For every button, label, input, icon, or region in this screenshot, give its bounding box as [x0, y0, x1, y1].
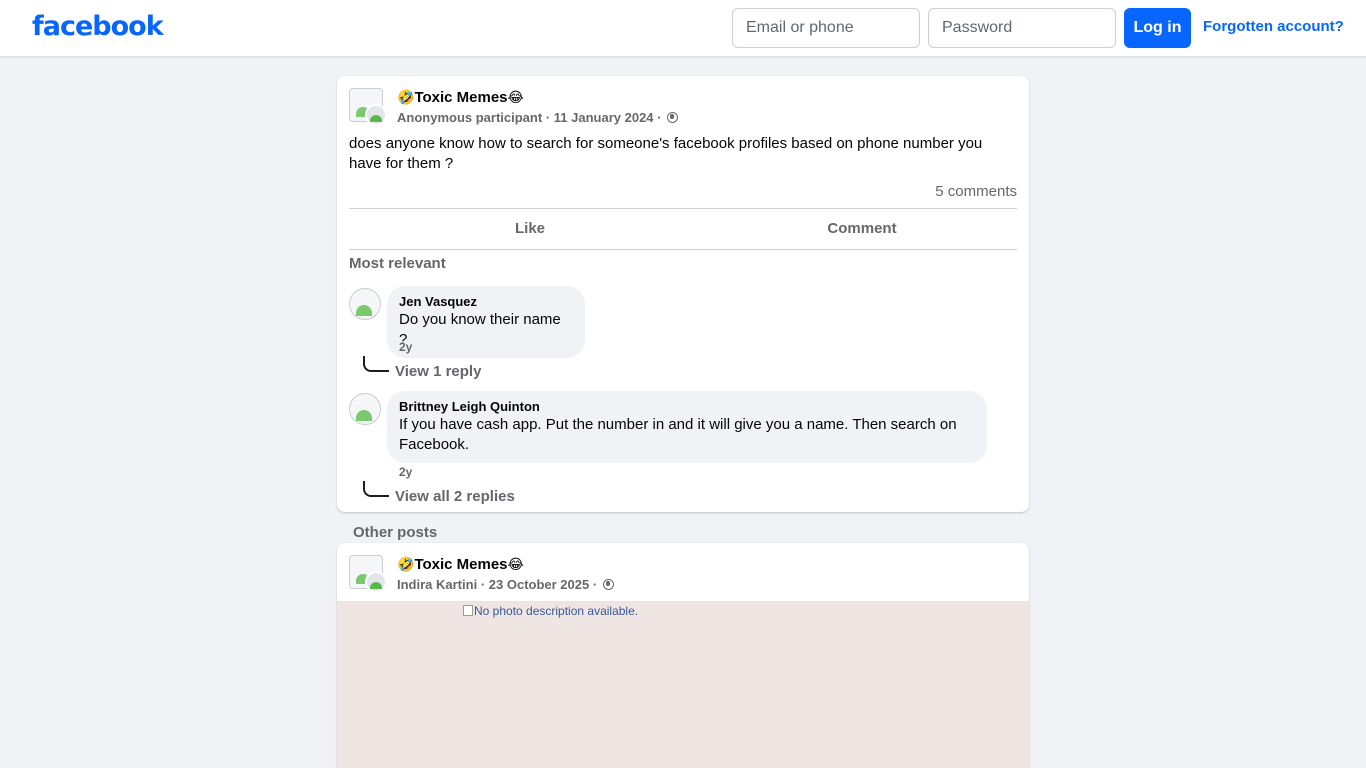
group-avatar[interactable] — [349, 555, 387, 593]
post-author: Indira Kartini — [397, 577, 478, 592]
laughing-emoji-icon: 🤣 — [397, 557, 415, 573]
group-name-text: Toxic Memes — [414, 556, 508, 573]
top-nav-bar: facebook Log in Forgotten account? — [0, 0, 1366, 57]
post-card: 🤣Toxic Memes😂 Anonymous participant · 11… — [337, 76, 1029, 512]
email-or-phone-input[interactable] — [732, 8, 920, 48]
user-avatar-icon — [365, 104, 387, 126]
reply-connector — [363, 356, 389, 372]
like-button[interactable]: Like — [349, 209, 711, 249]
divider — [349, 249, 1017, 250]
user-avatar-icon — [365, 571, 387, 593]
group-name-text: Toxic Memes — [414, 89, 508, 106]
meta-separator: · — [480, 577, 486, 592]
comment-time[interactable]: 2y — [399, 340, 412, 354]
view-replies-button[interactable]: View all 2 replies — [395, 488, 515, 505]
comment-author-link[interactable]: Brittney Leigh Quinton — [399, 399, 975, 415]
photo-alt-label: No photo description available. — [474, 604, 639, 618]
post-date-link[interactable]: 11 January 2024 — [554, 110, 654, 125]
post-date-link[interactable]: 23 October 2025 — [489, 577, 589, 592]
comment-sort-dropdown[interactable]: Most relevant — [349, 255, 446, 272]
meta-separator: · — [545, 110, 551, 125]
globe-icon — [602, 579, 614, 590]
meta-separator-2: · — [657, 110, 662, 125]
view-replies-button[interactable]: View 1 reply — [395, 363, 481, 380]
commenter-avatar[interactable] — [349, 288, 381, 320]
login-button[interactable]: Log in — [1124, 8, 1191, 48]
group-name-link[interactable]: 🤣Toxic Memes😂 — [397, 556, 524, 573]
globe-icon — [667, 112, 679, 123]
photo-alt-text: No photo description available. — [463, 604, 638, 618]
group-name-link[interactable]: 🤣Toxic Memes😂 — [397, 89, 524, 106]
post-author: Anonymous participant — [397, 110, 543, 125]
comment-button[interactable]: Comment — [695, 209, 1029, 249]
post-text: does anyone know how to search for someo… — [349, 135, 983, 172]
post-meta: Anonymous participant · 11 January 2024 … — [397, 110, 679, 125]
post-meta: Indira Kartini · 23 October 2025 · — [397, 577, 614, 592]
broken-image-icon — [463, 605, 473, 616]
meta-separator-2: · — [592, 577, 598, 592]
other-posts-heading: Other posts — [353, 524, 438, 541]
comment-text: Do you know their name ? — [399, 311, 561, 348]
group-avatar[interactable] — [349, 88, 387, 126]
post-photo[interactable]: No photo description available. — [337, 601, 1029, 768]
other-post-card: 🤣Toxic Memes😂 Indira Kartini · 23 Octobe… — [337, 543, 1029, 768]
comments-count-link[interactable]: 5 comments — [935, 183, 1017, 200]
comment-bubble: Brittney Leigh Quinton If you have cash … — [387, 391, 987, 463]
commenter-avatar[interactable] — [349, 393, 381, 425]
facebook-logo[interactable]: facebook — [32, 11, 164, 42]
comment-bubble: Jen Vasquez Do you know their name ? — [387, 286, 585, 358]
joy-emoji-icon: 😂 — [507, 557, 524, 573]
comment-author-link[interactable]: Jen Vasquez — [399, 294, 573, 310]
password-input[interactable] — [928, 8, 1116, 48]
comment-time[interactable]: 2y — [399, 465, 412, 479]
forgotten-account-link[interactable]: Forgotten account? — [1203, 18, 1344, 35]
comment-text: If you have cash app. Put the number in … — [399, 416, 957, 453]
laughing-emoji-icon: 🤣 — [397, 90, 415, 106]
joy-emoji-icon: 😂 — [507, 90, 524, 106]
reply-connector — [363, 481, 389, 497]
